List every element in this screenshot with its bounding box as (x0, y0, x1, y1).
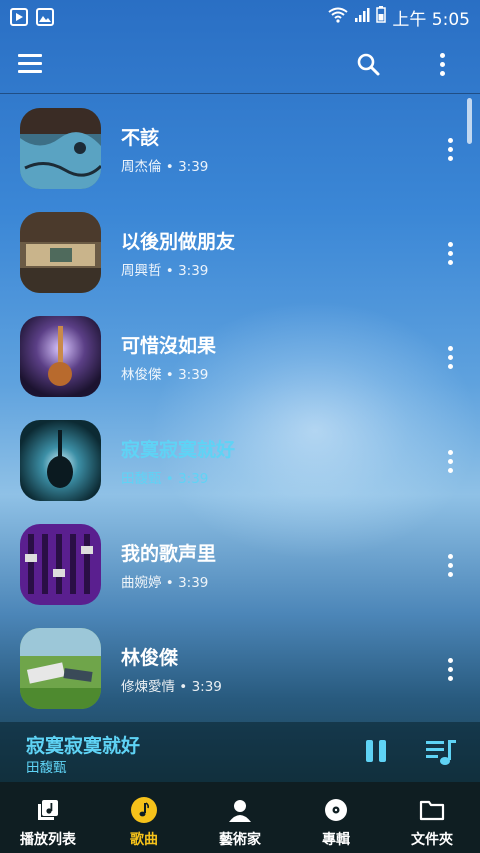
song-list: 不該 周杰倫 • 3:39 以後別做朋友 周興哲 • 3:39 可惜沒如果 林俊… (0, 95, 480, 722)
nav-label: 歌曲 (130, 832, 158, 848)
music-note-icon (130, 796, 158, 824)
hamburger-menu-icon[interactable] (18, 44, 58, 84)
nav-tab-playlists[interactable]: 播放列表 (0, 782, 96, 853)
song-row[interactable]: 林俊傑 修煉愛情 • 3:39 (0, 615, 480, 719)
song-subtitle: 田馥甄 • 3:39 (121, 471, 209, 487)
song-title: 林俊傑 (121, 647, 179, 669)
nav-label: 專輯 (322, 832, 350, 848)
song-subtitle: 周杰倫 • 3:39 (121, 159, 209, 175)
album-art-thumbnail (20, 628, 101, 709)
status-bar: 上午 5:05 (0, 0, 480, 34)
song-row[interactable]: 我的歌声里 曲婉婷 • 3:39 (0, 511, 480, 615)
app-bar (0, 34, 480, 94)
album-art-thumbnail (20, 212, 101, 293)
signal-icon (354, 7, 370, 28)
wifi-icon (328, 7, 349, 28)
album-icon (322, 796, 350, 824)
play-app-icon (10, 8, 28, 26)
song-more-icon[interactable] (440, 655, 460, 683)
album-art-thumbnail (20, 420, 101, 501)
song-title: 以後別做朋友 (121, 231, 236, 253)
song-more-icon[interactable] (440, 135, 460, 163)
nav-tab-folders[interactable]: 文件夾 (384, 782, 480, 853)
song-title: 不該 (121, 127, 160, 149)
song-more-icon[interactable] (440, 239, 460, 267)
playlist-icon (34, 796, 62, 824)
song-subtitle: 曲婉婷 • 3:39 (121, 575, 209, 591)
status-time: 上午 5:05 (392, 9, 470, 30)
battery-icon (376, 6, 387, 28)
nav-tab-artists[interactable]: 藝術家 (192, 782, 288, 853)
scrollbar-thumb[interactable] (467, 98, 472, 144)
song-more-icon[interactable] (440, 447, 460, 475)
song-subtitle: 周興哲 • 3:39 (121, 263, 209, 279)
album-art-thumbnail (20, 316, 101, 397)
song-more-icon[interactable] (440, 343, 460, 371)
song-row[interactable]: 以後別做朋友 周興哲 • 3:39 (0, 199, 480, 303)
folder-icon (418, 796, 446, 824)
song-title: 可惜沒如果 (121, 335, 217, 357)
song-row-active[interactable]: 寂寞寂寞就好 田馥甄 • 3:39 (0, 407, 480, 511)
nav-label: 藝術家 (219, 832, 261, 848)
artist-icon (226, 796, 254, 824)
song-subtitle: 修煉愛情 • 3:39 (121, 679, 222, 695)
song-title: 寂寞寂寞就好 (121, 439, 236, 461)
song-more-icon[interactable] (440, 551, 460, 579)
search-icon[interactable] (354, 50, 382, 78)
album-art-thumbnail (20, 108, 101, 189)
song-row[interactable]: 不該 周杰倫 • 3:39 (0, 95, 480, 199)
more-vert-icon[interactable] (432, 50, 452, 78)
now-playing-bar[interactable]: 寂寞寂寞就好 田馥甄 (0, 722, 480, 782)
bottom-navigation: 播放列表 歌曲 藝術家 專輯 文件夾 (0, 782, 480, 853)
song-subtitle: 林俊傑 • 3:39 (121, 367, 209, 383)
nav-label: 文件夾 (411, 832, 453, 848)
now-playing-artist: 田馥甄 (26, 760, 67, 776)
queue-music-icon[interactable] (424, 736, 458, 768)
album-art-thumbnail (20, 524, 101, 605)
song-title: 我的歌声里 (121, 543, 217, 565)
song-row[interactable]: 可惜沒如果 林俊傑 • 3:39 (0, 303, 480, 407)
gallery-icon (36, 8, 54, 26)
nav-tab-songs[interactable]: 歌曲 (96, 782, 192, 853)
nav-label: 播放列表 (20, 832, 76, 848)
pause-button[interactable] (366, 740, 388, 764)
now-playing-title: 寂寞寂寞就好 (26, 735, 141, 757)
nav-tab-albums[interactable]: 專輯 (288, 782, 384, 853)
